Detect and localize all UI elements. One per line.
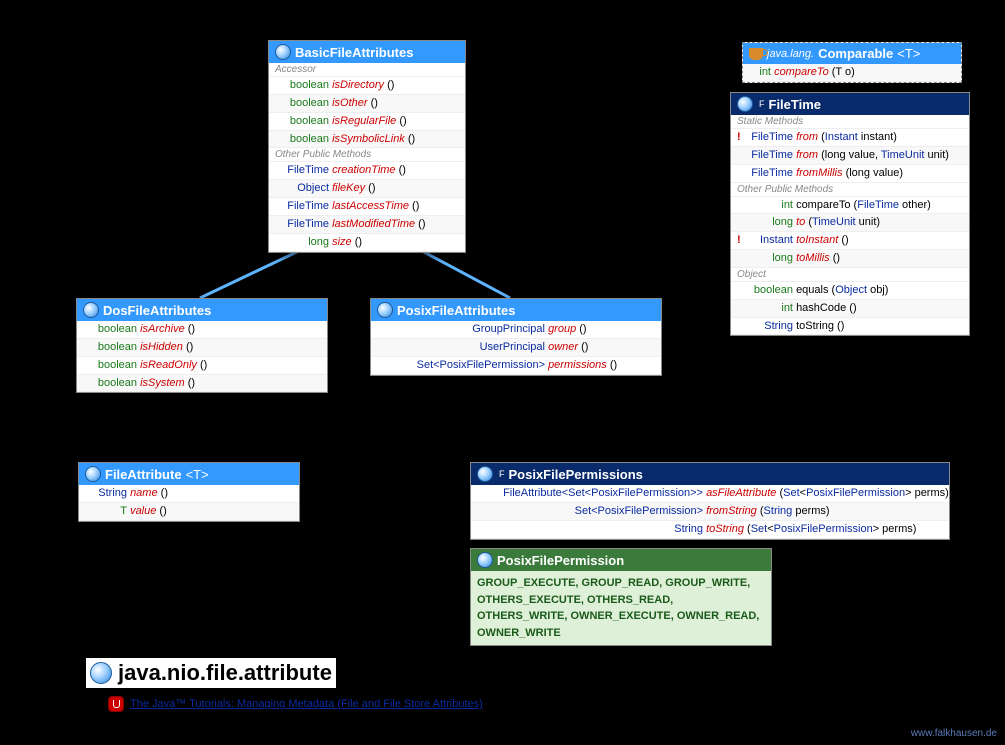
method-row: UserPrincipal owner () [371,339,661,357]
perms-title: F PosixFilePermissions [471,463,949,485]
filetime-title: F FileTime [731,93,969,115]
title-text: FileTime [769,97,822,112]
method-row: int compareTo (FileTime other) [731,197,969,215]
dos-title: DosFileAttributes [77,299,327,321]
oracle-icon [108,696,124,712]
method-row: !FileTime from (Instant instant) [731,129,969,147]
title-text: DosFileAttributes [103,303,211,318]
class-icon [477,466,493,482]
comparable-title: java.lang. Comparable <T> [743,43,961,64]
permenum-title: PosixFilePermission [471,549,771,571]
method-row: Set<PosixFilePermission> fromString (Str… [471,503,949,521]
method-row: FileTime creationTime () [269,162,465,180]
method-row: String toString (Set<PosixFilePermission… [471,521,949,539]
generic: <T> [897,46,920,61]
tutorial-link[interactable]: The Java™ Tutorials: Managing Metadata (… [108,696,483,712]
generic: <T> [186,467,209,482]
method-row: int compareTo (T o) [743,64,961,82]
package-title: java.nio.file.attribute [86,658,336,688]
method-row: FileTime fromMillis (long value) [731,165,969,183]
method-row: boolean isSystem () [77,375,327,393]
method-row: long size () [269,234,465,252]
method-row: boolean isOther () [269,95,465,113]
method-row: String name () [79,485,299,503]
method-row: boolean isReadOnly () [77,357,327,375]
section-object: Object [731,268,969,282]
method-row: Object fileKey () [269,180,465,198]
title-text: PosixFileAttributes [397,303,515,318]
file-attribute-box: FileAttribute <T> String name ()T value … [78,462,300,522]
method-row: int hashCode () [731,300,969,318]
method-row: T value () [79,503,299,521]
enum-values: GROUP_EXECUTE, GROUP_READ, GROUP_WRITE, … [471,571,771,645]
method-row: String toString () [731,318,969,336]
fileattr-title: FileAttribute <T> [79,463,299,485]
enum-icon [477,552,493,568]
title-text: PosixFilePermissions [509,467,643,482]
title-text: BasicFileAttributes [295,45,413,60]
title-text: PosixFilePermission [497,553,624,568]
method-row: boolean isSymbolicLink () [269,131,465,149]
method-row: FileAttribute<Set<PosixFilePermission>> … [471,485,949,503]
method-row: boolean isDirectory () [269,77,465,95]
comparable-box: java.lang. Comparable <T> int compareTo … [742,42,962,83]
method-row: long toMillis () [731,250,969,268]
title-text: Comparable [818,46,893,61]
posix-title: PosixFileAttributes [371,299,661,321]
title-text: FileAttribute [105,467,182,482]
method-row: GroupPrincipal group () [371,321,661,339]
filetime-box: F FileTime Static Methods !FileTime from… [730,92,970,336]
interface-icon [83,302,99,318]
pkg-prefix: java.lang. [767,48,814,60]
method-row: FileTime lastModifiedTime () [269,216,465,234]
package-name: java.nio.file.attribute [118,660,332,686]
basic-file-attributes-box: BasicFileAttributes Accessor boolean isD… [268,40,466,253]
method-row: long to (TimeUnit unit) [731,214,969,232]
method-row: !Instant toInstant () [731,232,969,250]
interface-icon [377,302,393,318]
method-row: boolean equals (Object obj) [731,282,969,300]
java-cup-icon [749,48,763,60]
section-other: Other Public Methods [269,148,465,162]
basic-title: BasicFileAttributes [269,41,465,63]
posix-file-permissions-box: F PosixFilePermissions FileAttribute<Set… [470,462,950,540]
final-badge: F [759,99,765,109]
method-row: boolean isArchive () [77,321,327,339]
interface-icon [85,466,101,482]
dos-file-attributes-box: DosFileAttributes boolean isArchive ()bo… [76,298,328,393]
method-row: FileTime from (long value, TimeUnit unit… [731,147,969,165]
method-row: Set<PosixFilePermission> permissions () [371,357,661,375]
footer-link[interactable]: www.falkhausen.de [911,728,997,739]
tutorial-text: The Java™ Tutorials: Managing Metadata (… [130,698,483,710]
method-row: FileTime lastAccessTime () [269,198,465,216]
section-accessor: Accessor [269,63,465,77]
class-icon [737,96,753,112]
package-icon [90,662,112,684]
final-badge: F [499,469,505,479]
method-row: boolean isHidden () [77,339,327,357]
interface-icon [275,44,291,60]
section-static: Static Methods [731,115,969,129]
posix-file-attributes-box: PosixFileAttributes GroupPrincipal group… [370,298,662,376]
method-row: boolean isRegularFile () [269,113,465,131]
posix-file-permission-enum-box: PosixFilePermission GROUP_EXECUTE, GROUP… [470,548,772,646]
section-other: Other Public Methods [731,183,969,197]
